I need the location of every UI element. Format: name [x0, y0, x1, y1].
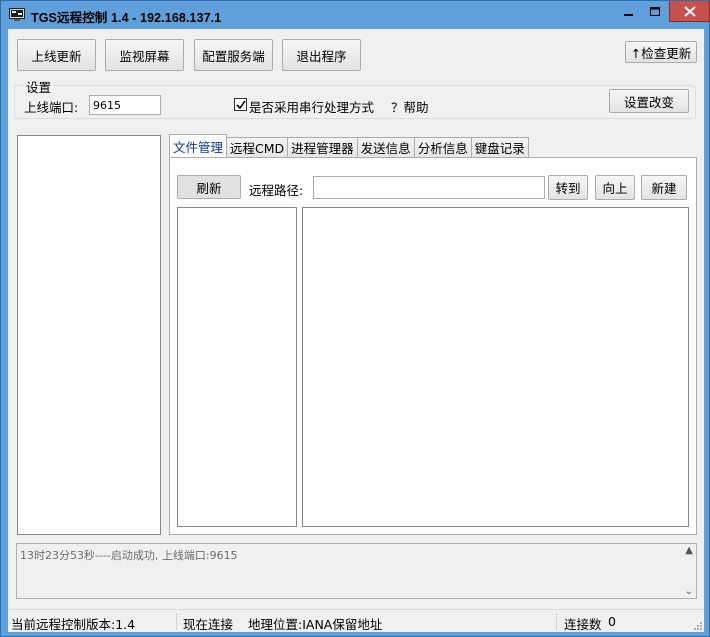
up-button[interactable]: 向上: [595, 175, 635, 200]
host-list[interactable]: [17, 135, 161, 535]
client-area: 上线更新 监视屏幕 配置服务端 退出程序 ↑检查更新 设置 上线端口: 9615…: [8, 29, 704, 632]
status-connection-count-label: 连接数: [564, 617, 602, 632]
port-label: 上线端口:: [24, 100, 79, 115]
close-button[interactable]: [669, 1, 710, 22]
port-input[interactable]: 9615: [89, 95, 161, 115]
log-line: 13时23分53秒----启动成功, 上线端口:9615: [20, 549, 238, 562]
refresh-button[interactable]: 刷新: [177, 175, 241, 199]
file-manager-page: 刷新 远程路径: 转到 向上 新建: [169, 157, 697, 535]
window-title: TGS远程控制 1.4 - 192.168.137.1: [31, 11, 222, 25]
serial-checkbox[interactable]: [234, 98, 247, 111]
minimize-icon: [624, 13, 633, 16]
remote-path-label: 远程路径:: [249, 183, 304, 198]
online-update-button[interactable]: 上线更新: [17, 39, 96, 71]
maximize-button[interactable]: [642, 1, 669, 22]
checkmark-icon: [235, 100, 246, 109]
scroll-down-icon[interactable]: ⌄: [685, 586, 693, 597]
status-bar: 当前远程控制版本:1.4 现在连接 地理位置:IANA保留地址 连接数 0: [8, 609, 704, 632]
title-bar[interactable]: TGS远程控制 1.4 - 192.168.137.1: [1, 1, 710, 29]
app-window: TGS远程控制 1.4 - 192.168.137.1 上线更新 监视屏幕 配置…: [0, 0, 710, 637]
tab-send-message[interactable]: 发送信息: [356, 137, 415, 157]
app-icon: [9, 8, 25, 21]
minimize-button[interactable]: [616, 1, 642, 22]
maximize-icon: [650, 6, 660, 16]
apply-settings-button[interactable]: 设置改变: [609, 89, 689, 113]
tab-remote-cmd[interactable]: 远程CMD: [226, 137, 289, 157]
config-server-button[interactable]: 配置服务端: [194, 39, 273, 71]
status-divider: [556, 613, 557, 630]
serial-label[interactable]: 是否采用串行处理方式: [249, 97, 374, 116]
remote-path-input[interactable]: [313, 176, 545, 199]
check-update-button[interactable]: ↑检查更新: [625, 41, 697, 63]
log-box[interactable]: 13时23分53秒----启动成功, 上线端口:9615 ▲ ⌄: [16, 543, 697, 599]
tab-keylogger[interactable]: 键盘记录: [470, 137, 529, 157]
new-button[interactable]: 新建: [641, 175, 687, 200]
tab-analyze-info[interactable]: 分析信息: [413, 137, 472, 157]
exit-program-button[interactable]: 退出程序: [282, 39, 361, 71]
status-version: 当前远程控制版本:1.4: [11, 617, 136, 632]
status-connected: 现在连接: [183, 617, 234, 632]
tab-file-manager[interactable]: 文件管理: [169, 134, 228, 157]
directory-tree[interactable]: [177, 207, 297, 527]
status-divider: [176, 613, 177, 630]
settings-group-label: 设置: [23, 77, 55, 96]
help-link[interactable]: ？帮助: [391, 97, 429, 116]
tab-process-manager[interactable]: 进程管理器: [287, 137, 358, 157]
close-icon: [683, 5, 696, 17]
file-list[interactable]: [302, 207, 689, 527]
monitor-screen-button[interactable]: 监视屏幕: [105, 39, 184, 71]
goto-button[interactable]: 转到: [548, 175, 588, 200]
resize-grip-icon[interactable]: [693, 621, 703, 631]
status-location: 地理位置:IANA保留地址: [248, 617, 383, 632]
status-connection-count: 0: [608, 614, 616, 629]
scroll-up-icon[interactable]: ▲: [685, 545, 693, 556]
